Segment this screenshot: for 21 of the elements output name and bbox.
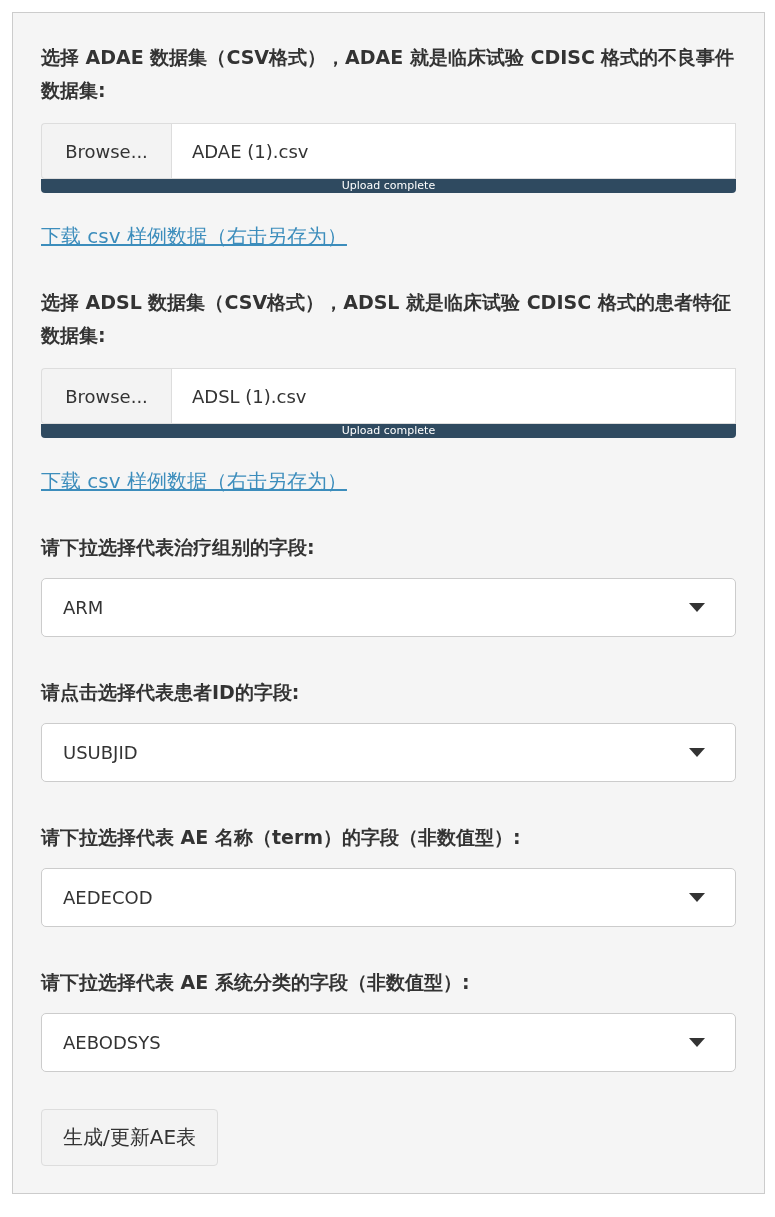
field-label: 请下拉选择代表治疗组别的字段:	[41, 535, 316, 560]
field-label: 选择 ADAE 数据集（CSV格式），ADAE 就是临床试验 CDISC 格式的不良事件数据集:	[41, 45, 736, 103]
field-label: 请点击选择代表患者ID的字段:	[41, 680, 301, 705]
dropdown-select[interactable]: ARM	[41, 578, 736, 637]
caret-icon	[689, 748, 705, 757]
caret-icon	[689, 893, 705, 902]
caret-icon	[689, 603, 705, 612]
caret-icon	[689, 1038, 705, 1047]
dropdown-select[interactable]: USUBJID	[41, 723, 736, 782]
file-name-field[interactable]: ADSL (1).csv	[171, 368, 736, 424]
generate-button[interactable]: 生成/更新AE表	[41, 1109, 219, 1166]
progress-text: Upload complete	[340, 179, 437, 193]
progress-text: Upload complete	[340, 424, 437, 438]
file-name-field[interactable]: ADAE (1).csv	[171, 123, 736, 179]
browse-button[interactable]: Browse...	[41, 368, 171, 424]
dropdown-select[interactable]: AEBODSYS	[41, 1013, 736, 1072]
dropdown-select[interactable]: AEDECOD	[41, 868, 736, 927]
browse-button[interactable]: Browse...	[41, 123, 171, 179]
field-label: 请下拉选择代表 AE 名称（term）的字段（非数值型）:	[41, 825, 522, 850]
field-label: 选择 ADSL 数据集（CSV格式），ADSL 就是临床试验 CDISC 格式的患者特征数据集:	[41, 290, 732, 348]
field-label: 请下拉选择代表 AE 系统分类的字段（非数值型）:	[41, 970, 471, 995]
